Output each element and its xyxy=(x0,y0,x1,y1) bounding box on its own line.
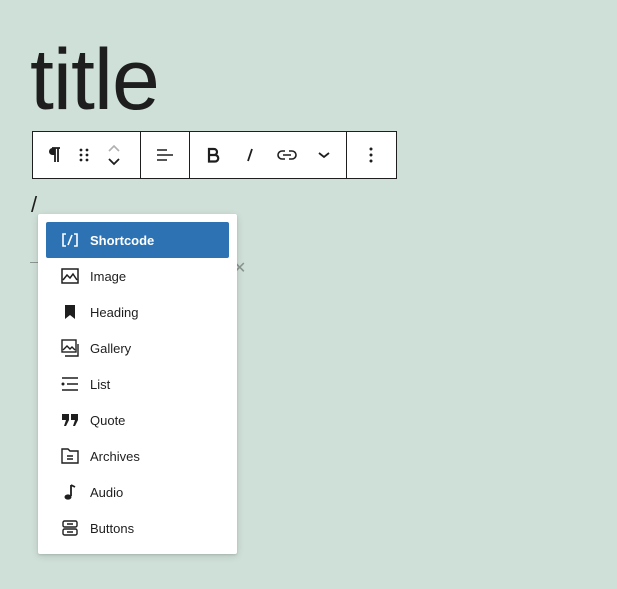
list-icon xyxy=(60,374,80,394)
inserter-item-label: Audio xyxy=(90,484,124,500)
bold-icon xyxy=(207,147,219,163)
inserter-item-label: Shortcode xyxy=(90,232,155,248)
quote-icon xyxy=(60,410,80,430)
inserter-item-label: Quote xyxy=(90,412,126,428)
italic-icon xyxy=(246,148,253,162)
drag-handle-icon xyxy=(79,148,89,162)
format-group xyxy=(190,132,347,178)
link-icon xyxy=(276,150,297,160)
inserter-item-image[interactable]: Image xyxy=(46,258,229,294)
align-group xyxy=(141,132,190,178)
inserter-item-audio[interactable]: Audio xyxy=(46,474,229,510)
block-tools-group xyxy=(33,132,141,178)
options-group xyxy=(347,132,395,178)
align-left-icon xyxy=(157,149,173,161)
block-toolbar xyxy=(32,131,397,179)
inserter-item-heading[interactable]: Heading xyxy=(46,294,229,330)
align-button[interactable] xyxy=(147,132,183,178)
bold-button[interactable] xyxy=(195,132,231,178)
gallery-icon xyxy=(60,338,80,358)
inserter-item-archives[interactable]: Archives xyxy=(46,438,229,474)
inserter-item-label: Archives xyxy=(90,448,140,464)
more-formats-button[interactable] xyxy=(306,132,342,178)
paragraph-input[interactable]: / xyxy=(31,192,37,218)
inserter-item-gallery[interactable]: Gallery xyxy=(46,330,229,366)
bookmark-icon xyxy=(60,302,80,322)
inserter-item-label: Image xyxy=(90,268,127,284)
inserter-item-label: Gallery xyxy=(90,340,132,356)
paragraph-icon xyxy=(49,147,60,162)
inserter-item-label: List xyxy=(90,376,111,392)
link-button[interactable] xyxy=(269,132,305,178)
inserter-item-label: Heading xyxy=(90,304,139,320)
inserter-item-list[interactable]: List xyxy=(46,366,229,402)
obscured-divider xyxy=(30,262,38,263)
shortcode-icon xyxy=(60,230,80,250)
drag-handle-button[interactable] xyxy=(69,132,99,178)
more-options-icon xyxy=(369,147,373,163)
block-inserter-popover: Shortcode Image Heading Gallery List Quo… xyxy=(38,214,237,554)
move-up-icon[interactable] xyxy=(107,143,121,155)
options-button[interactable] xyxy=(353,132,389,178)
inserter-item-label: Buttons xyxy=(90,520,135,536)
italic-button[interactable] xyxy=(232,132,268,178)
post-title[interactable]: title xyxy=(30,30,160,130)
archive-icon xyxy=(60,446,80,466)
inserter-item-buttons[interactable]: Buttons xyxy=(46,510,229,546)
paragraph-block-button[interactable] xyxy=(39,132,69,178)
chevron-down-icon xyxy=(317,152,330,159)
buttons-icon xyxy=(60,518,80,538)
block-mover xyxy=(99,132,129,178)
move-down-icon[interactable] xyxy=(107,155,121,167)
image-icon xyxy=(60,266,80,286)
inserter-item-shortcode[interactable]: Shortcode xyxy=(46,222,229,258)
audio-note-icon xyxy=(60,482,80,502)
inserter-item-quote[interactable]: Quote xyxy=(46,402,229,438)
